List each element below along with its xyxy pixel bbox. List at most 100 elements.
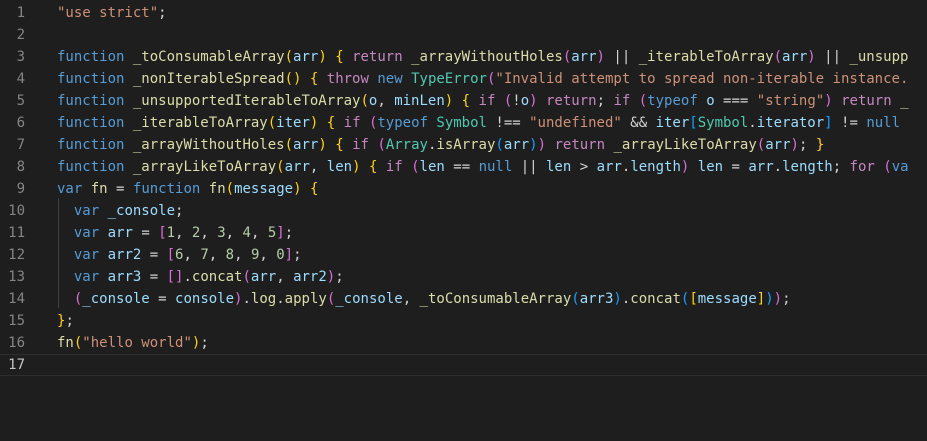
code-token: { bbox=[326, 115, 336, 131]
code-token: [] bbox=[166, 269, 184, 285]
code-line[interactable]: 17 bbox=[0, 354, 927, 376]
line-content: var arr = [1, 2, 3, 4, 5]; bbox=[57, 222, 293, 244]
code-line[interactable]: 1 "use strict"; bbox=[0, 2, 927, 24]
code-token: return bbox=[841, 93, 892, 109]
code-token: , bbox=[402, 291, 420, 307]
code-token: arr bbox=[596, 159, 622, 175]
code-token: _iterableToArray bbox=[132, 115, 268, 131]
code-token: . bbox=[242, 291, 251, 307]
code-token: ; bbox=[335, 269, 344, 285]
code-token: || bbox=[604, 49, 639, 65]
code-line[interactable]: 14 (_console = console).log.apply(_conso… bbox=[0, 288, 927, 310]
code-line[interactable]: 13 var arr3 = [].concat(arr, arr2); bbox=[0, 266, 927, 288]
line-number: 7 bbox=[16, 137, 25, 153]
line-content: }; bbox=[57, 310, 74, 332]
code-token: ( bbox=[562, 49, 572, 65]
code-line[interactable]: 10 var _console; bbox=[0, 200, 927, 222]
code-token: arr bbox=[765, 137, 791, 153]
code-token: function bbox=[57, 115, 125, 131]
code-line[interactable]: 15}; bbox=[0, 310, 927, 332]
line-number: 4 bbox=[16, 71, 25, 87]
code-line[interactable]: 2 bbox=[0, 24, 927, 46]
line-number: 2 bbox=[16, 27, 25, 43]
line-number: 17 bbox=[8, 357, 25, 373]
code-token: ( bbox=[773, 49, 782, 65]
code-token: _arrayLikeToArray bbox=[132, 159, 277, 175]
code-token: ) bbox=[596, 49, 605, 65]
code-token: { bbox=[461, 93, 471, 109]
code-line[interactable]: 7 function _arrayWithoutHoles(arr) { if (… bbox=[0, 134, 927, 156]
code-token: , bbox=[234, 247, 251, 263]
code-token: ; bbox=[175, 203, 184, 219]
code-token: ; bbox=[798, 137, 816, 153]
code-token: ] bbox=[824, 115, 833, 131]
code-token: iter bbox=[276, 115, 310, 131]
code-token: ; bbox=[284, 225, 294, 241]
code-token: { bbox=[335, 137, 344, 153]
line-content: function _toConsumableArray(arr) { retur… bbox=[57, 46, 908, 68]
code-token: arr bbox=[503, 137, 530, 153]
code-token: ; bbox=[158, 5, 167, 21]
code-token: return bbox=[546, 93, 597, 109]
code-token: function bbox=[57, 49, 125, 65]
code-token: "string" bbox=[756, 93, 825, 109]
code-token: arr bbox=[293, 137, 319, 153]
code-token: return bbox=[352, 49, 403, 65]
code-token: ; bbox=[596, 93, 614, 109]
code-line[interactable]: 6 function _iterableToArray(iter) { if (t… bbox=[0, 112, 927, 134]
code-token: () bbox=[284, 71, 302, 87]
code-token: concat bbox=[191, 269, 243, 285]
code-token: isArray bbox=[436, 137, 496, 153]
code-line[interactable]: 12 var arr2 = [6, 7, 8, 9, 0]; bbox=[0, 244, 927, 266]
code-token: minLen bbox=[394, 93, 445, 109]
line-content: var _console; bbox=[57, 200, 184, 222]
code-token: , bbox=[377, 93, 395, 109]
code-line[interactable]: 5 function _unsupportedIterableToArray(o,… bbox=[0, 90, 927, 112]
code-token: var bbox=[73, 203, 100, 219]
code-token: fn bbox=[90, 181, 108, 197]
code-token: "Invalid attempt to spread non-iterable … bbox=[495, 71, 909, 87]
code-editor[interactable]: 1 "use strict"; 2 3 function _toConsumableAr… bbox=[0, 0, 927, 441]
code-token: len bbox=[697, 159, 724, 175]
line-number: 16 bbox=[8, 335, 25, 351]
code-token: ) bbox=[537, 137, 547, 153]
code-token: iterator bbox=[756, 115, 825, 131]
code-token: . bbox=[183, 269, 192, 285]
code-token: [ bbox=[166, 247, 176, 263]
code-token: typeof bbox=[377, 115, 428, 131]
line-number: 8 bbox=[16, 159, 25, 175]
code-token: _arrayLikeToArray bbox=[613, 137, 757, 153]
line-number: 15 bbox=[8, 313, 25, 329]
code-line[interactable]: 3 function _toConsumableArray(arr) { retu… bbox=[0, 46, 927, 68]
code-token: ) bbox=[352, 159, 361, 175]
code-line[interactable]: 4 function _nonIterableSpread() { throw n… bbox=[0, 68, 927, 90]
code-token: , bbox=[175, 225, 192, 241]
code-token: ) bbox=[326, 269, 336, 285]
code-token: ( bbox=[326, 291, 336, 307]
line-number: 12 bbox=[8, 247, 25, 263]
line-number: 6 bbox=[16, 115, 25, 131]
code-token: ; bbox=[200, 335, 209, 351]
code-line[interactable]: 8 function _arrayLikeToArray(arr, len) { … bbox=[0, 156, 927, 178]
line-number: 10 bbox=[8, 203, 25, 219]
code-token: ) bbox=[613, 291, 622, 307]
code-token: len bbox=[546, 159, 572, 175]
code-token: , bbox=[183, 247, 201, 263]
code-line[interactable]: 11 var arr = [1, 2, 3, 4, 5]; bbox=[0, 222, 927, 244]
code-token: ) bbox=[824, 93, 833, 109]
code-token: if bbox=[613, 93, 631, 109]
code-token: [ bbox=[158, 225, 167, 241]
code-line[interactable]: 16 fn("hello world"); bbox=[0, 332, 927, 354]
code-token: . bbox=[773, 159, 783, 175]
code-line[interactable]: 9 var fn = function fn(message) { bbox=[0, 178, 927, 200]
